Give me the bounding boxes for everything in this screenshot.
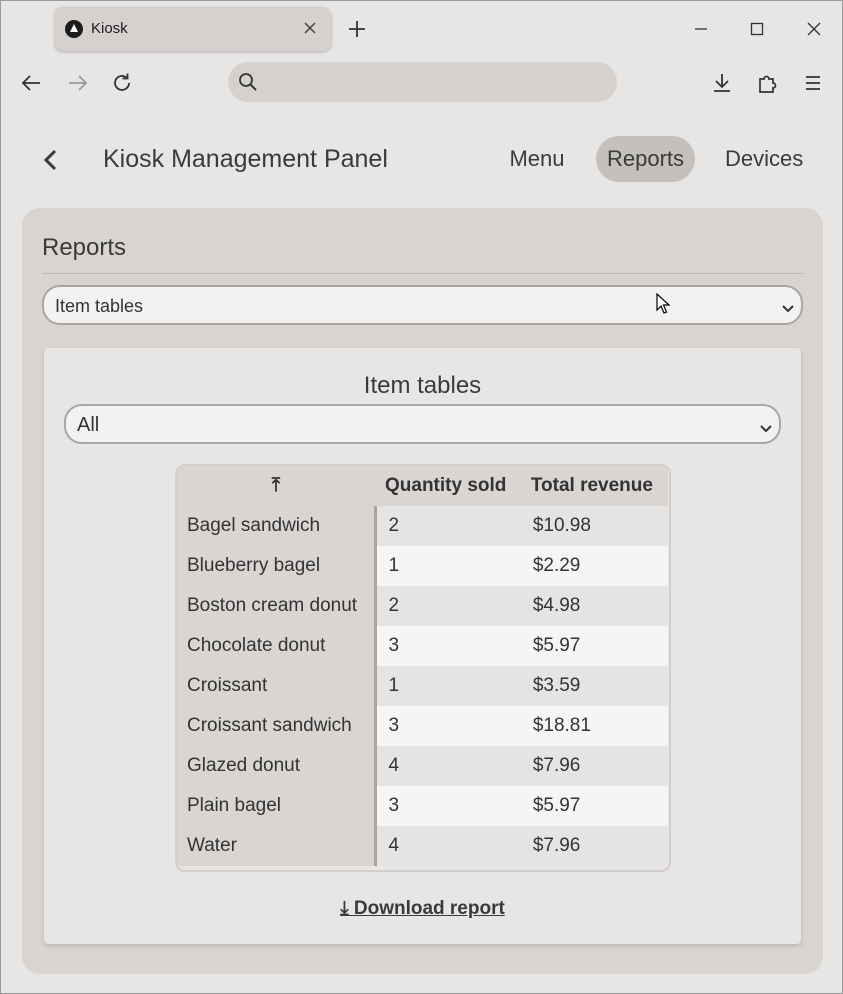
- panel-title: Item tables: [363, 372, 482, 399]
- reports-card: Reports Item tables Item tables All ⤒ Qu…: [22, 208, 823, 974]
- download-report-link[interactable]: ⤓ Download report: [44, 898, 801, 920]
- item-name-cell: Croissant: [177, 666, 377, 706]
- revenue-cell: $7.96: [520, 746, 668, 786]
- revenue-cell: $7.96: [520, 826, 668, 866]
- maximize-icon[interactable]: [743, 15, 771, 43]
- reload-icon[interactable]: [108, 69, 136, 97]
- revenue-cell: $5.97: [520, 786, 668, 826]
- item-tables-panel: Item tables All ⤒ Quantity sold Total re…: [44, 348, 801, 944]
- quantity-cell: 2: [375, 506, 521, 546]
- quantity-cell: 4: [375, 746, 521, 786]
- quantity-cell: 3: [375, 786, 521, 826]
- report-type-select[interactable]: Item tables: [42, 285, 803, 325]
- revenue-cell: $18.81: [520, 706, 668, 746]
- table-row: Croissant sandwich 3 $18.81: [177, 706, 668, 746]
- filter-select[interactable]: All: [64, 404, 781, 444]
- arrow-right-icon[interactable]: [63, 69, 91, 97]
- item-name-cell: Boston cream donut: [177, 586, 377, 626]
- kiosk-logo-icon: [65, 20, 83, 38]
- url-input[interactable]: [268, 68, 598, 96]
- item-name-cell: Blueberry bagel: [177, 546, 377, 586]
- nav-reports-button[interactable]: Reports: [596, 136, 695, 182]
- window-close-icon[interactable]: [800, 15, 828, 43]
- divider: [42, 273, 803, 274]
- column-header-revenue[interactable]: Total revenue: [520, 466, 668, 506]
- chevron-down-icon: [781, 299, 795, 320]
- puzzle-icon[interactable]: [754, 69, 782, 97]
- item-name-cell: Plain bagel: [177, 786, 377, 826]
- nav-devices-button[interactable]: Devices: [715, 136, 813, 182]
- nav-menu-button[interactable]: Menu: [497, 136, 577, 182]
- page-title: Kiosk Management Panel: [103, 145, 388, 173]
- filter-value: All: [77, 414, 100, 436]
- table-row: Water 4 $7.96: [177, 826, 668, 866]
- items-table: ⤒ Quantity sold Total revenue Bagel sand…: [175, 464, 671, 872]
- browser-tab[interactable]: Kiosk: [55, 7, 331, 51]
- mouse-cursor-icon: [656, 292, 671, 320]
- app-header: Kiosk Management Panel Menu Reports Devi…: [1, 131, 842, 191]
- revenue-cell: $5.97: [520, 626, 668, 666]
- quantity-cell: 1: [375, 546, 521, 586]
- report-type-value: Item tables: [55, 296, 144, 316]
- table-row: Bagel sandwich 2 $10.98: [177, 506, 668, 546]
- item-name-cell: Chocolate donut: [177, 626, 377, 666]
- hamburger-icon[interactable]: [799, 69, 827, 97]
- address-bar[interactable]: [228, 62, 617, 102]
- revenue-cell: $4.98: [520, 586, 668, 626]
- table-row: Chocolate donut 3 $5.97: [177, 626, 668, 666]
- table-row: Glazed donut 4 $7.96: [177, 746, 668, 786]
- revenue-cell: $2.29: [520, 546, 668, 586]
- tab-title: Kiosk: [91, 20, 128, 37]
- sort-icon[interactable]: ⤒: [177, 466, 375, 506]
- tab-strip: Kiosk: [1, 1, 842, 57]
- quantity-cell: 3: [375, 626, 521, 666]
- arrow-left-icon[interactable]: [18, 69, 46, 97]
- minimize-icon[interactable]: [687, 15, 715, 43]
- table-row: Blueberry bagel 1 $2.29: [177, 546, 668, 586]
- browser-window: Kiosk Kiosk Management Panel Menu Report…: [0, 0, 843, 994]
- item-name-cell: Croissant sandwich: [177, 706, 377, 746]
- quantity-cell: 1: [375, 666, 521, 706]
- navigation-bar: [1, 57, 842, 109]
- table-row: Boston cream donut 2 $4.98: [177, 586, 668, 626]
- revenue-cell: $3.59: [520, 666, 668, 706]
- plus-icon[interactable]: [345, 17, 369, 41]
- quantity-cell: 3: [375, 706, 521, 746]
- table-header-row: ⤒ Quantity sold Total revenue: [177, 466, 668, 506]
- chevron-left-icon[interactable]: [37, 145, 63, 175]
- table-row: Croissant 1 $3.59: [177, 666, 668, 706]
- revenue-cell: $10.98: [520, 506, 668, 546]
- column-header-quantity[interactable]: Quantity sold: [375, 466, 521, 506]
- close-icon[interactable]: [301, 19, 319, 37]
- table-row: Plain bagel 3 $5.97: [177, 786, 668, 826]
- chevron-down-icon: [759, 418, 773, 441]
- download-icon[interactable]: [708, 69, 736, 97]
- reports-heading: Reports: [42, 234, 127, 261]
- quantity-cell: 2: [375, 586, 521, 626]
- quantity-cell: 4: [375, 826, 521, 866]
- item-name-cell: Bagel sandwich: [177, 506, 377, 546]
- item-name-cell: Water: [177, 826, 377, 866]
- item-name-cell: Glazed donut: [177, 746, 377, 786]
